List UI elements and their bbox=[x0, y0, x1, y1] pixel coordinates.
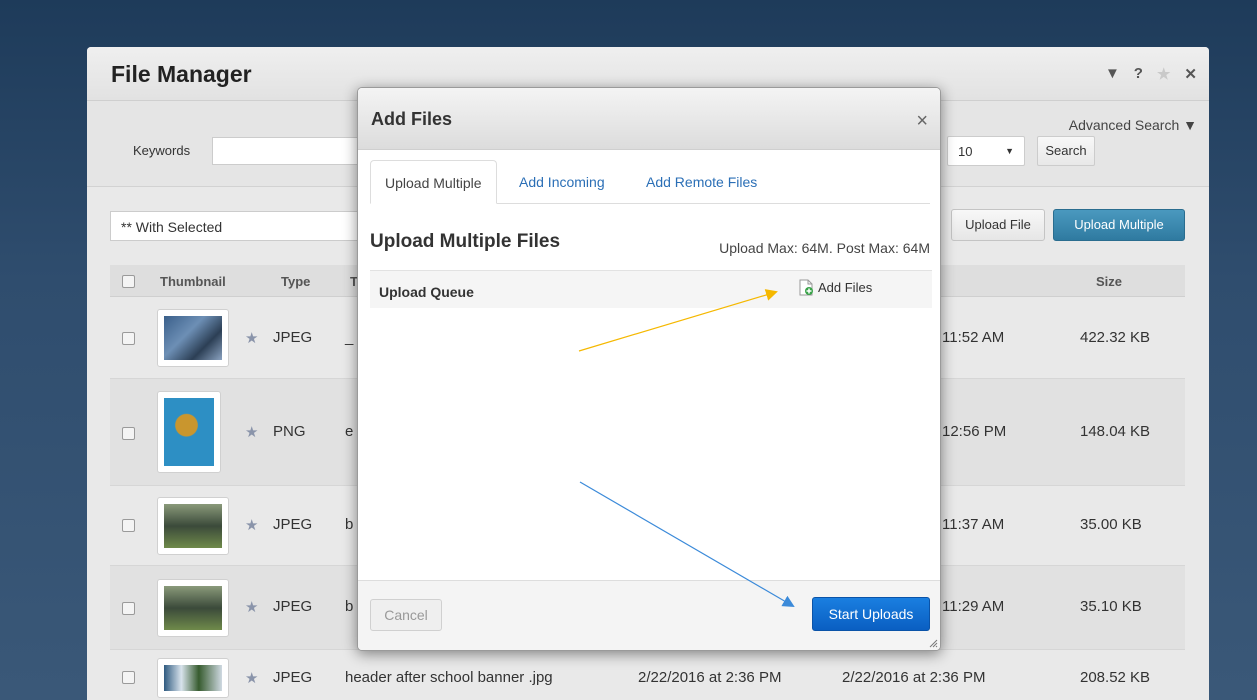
close-icon[interactable]: ✕ bbox=[1184, 65, 1197, 83]
row-checkbox[interactable] bbox=[122, 602, 135, 615]
favorite-icon[interactable]: ★ bbox=[1157, 65, 1170, 83]
advanced-search-link[interactable]: Advanced Search ▼ bbox=[1069, 117, 1197, 133]
table-row[interactable]: ★ JPEG header after school banner .jpg 2… bbox=[110, 650, 1185, 700]
file-time: 2/22/2016 at 2:36 PM bbox=[842, 669, 986, 686]
tab-add-remote-files[interactable]: Add Remote Files bbox=[632, 160, 771, 204]
per-page-value: 10 bbox=[958, 144, 973, 159]
tab-add-incoming[interactable]: Add Incoming bbox=[505, 160, 619, 204]
cancel-button[interactable]: Cancel bbox=[370, 599, 442, 631]
window-controls: ▼ ? ★ ✕ bbox=[1105, 65, 1197, 83]
file-type: JPEG bbox=[273, 598, 313, 615]
thumbnail[interactable] bbox=[157, 658, 229, 698]
per-page-select[interactable]: 10 ▼ bbox=[947, 136, 1025, 166]
dialog-title: Add Files bbox=[371, 109, 453, 129]
add-files-dialog: Add Files × Upload Multiple Add Incoming… bbox=[357, 87, 941, 651]
chevron-down-icon: ▼ bbox=[1005, 146, 1014, 156]
upload-file-button[interactable]: Upload File bbox=[951, 209, 1045, 241]
file-time: 11:29 AM bbox=[942, 598, 1005, 615]
row-checkbox[interactable] bbox=[122, 427, 135, 440]
thumbnail[interactable] bbox=[157, 497, 229, 555]
upload-multiple-button[interactable]: Upload Multiple bbox=[1053, 209, 1185, 241]
resize-handle-icon[interactable] bbox=[928, 638, 938, 648]
upload-title: Upload Multiple Files bbox=[370, 231, 561, 252]
file-size: 148.04 KB bbox=[1080, 423, 1151, 440]
file-title: e bbox=[345, 423, 354, 440]
start-uploads-button[interactable]: Start Uploads bbox=[812, 597, 930, 631]
file-title: header after school banner .jpg bbox=[345, 669, 553, 686]
collapse-icon[interactable]: ▼ bbox=[1105, 65, 1120, 83]
help-icon[interactable]: ? bbox=[1134, 65, 1143, 83]
file-size: 35.00 KB bbox=[1080, 516, 1142, 533]
upload-max-info: Upload Max: 64M. Post Max: 64M bbox=[719, 240, 930, 256]
add-file-icon bbox=[799, 279, 813, 296]
star-icon[interactable]: ★ bbox=[245, 516, 258, 534]
file-size: 422.32 KB bbox=[1080, 329, 1151, 346]
file-time: 11:52 AM bbox=[942, 329, 1005, 346]
row-checkbox[interactable] bbox=[122, 519, 135, 532]
dialog-header: Add Files × bbox=[358, 88, 940, 150]
select-all-checkbox[interactable] bbox=[122, 275, 135, 288]
dialog-tabs: Upload Multiple Add Incoming Add Remote … bbox=[370, 160, 930, 204]
upload-queue-bar: Upload Queue Add Files bbox=[370, 270, 932, 308]
file-type: JPEG bbox=[273, 329, 313, 346]
upload-queue-label: Upload Queue bbox=[379, 284, 474, 300]
thumbnail[interactable] bbox=[157, 579, 229, 637]
file-created: 2/22/2016 at 2:36 PM bbox=[638, 669, 782, 686]
window-title: File Manager bbox=[111, 61, 252, 87]
tab-upload-multiple[interactable]: Upload Multiple bbox=[370, 160, 497, 204]
file-title: b bbox=[345, 598, 354, 615]
keywords-label: Keywords bbox=[133, 143, 191, 158]
file-time: 11:37 AM bbox=[942, 516, 1005, 533]
star-icon[interactable]: ★ bbox=[245, 423, 258, 441]
add-files-label: Add Files bbox=[818, 280, 873, 295]
file-type: JPEG bbox=[273, 669, 313, 686]
close-icon[interactable]: × bbox=[916, 110, 928, 133]
dialog-footer: Cancel Start Uploads bbox=[358, 580, 940, 650]
file-time: 12:56 PM bbox=[942, 423, 1007, 440]
file-type: JPEG bbox=[273, 516, 313, 533]
column-thumbnail[interactable]: Thumbnail bbox=[160, 274, 226, 289]
star-icon[interactable]: ★ bbox=[245, 669, 258, 687]
file-title: _ bbox=[345, 329, 354, 346]
search-button[interactable]: Search bbox=[1037, 136, 1095, 166]
add-files-button[interactable]: Add Files bbox=[798, 279, 872, 296]
star-icon[interactable]: ★ bbox=[245, 329, 258, 347]
row-checkbox[interactable] bbox=[122, 671, 135, 684]
star-icon[interactable]: ★ bbox=[245, 598, 258, 616]
row-checkbox[interactable] bbox=[122, 332, 135, 345]
column-size[interactable]: Size bbox=[1096, 274, 1122, 289]
keywords-input[interactable] bbox=[212, 137, 372, 165]
file-type: PNG bbox=[273, 423, 306, 440]
file-title: b bbox=[345, 516, 354, 533]
thumbnail[interactable] bbox=[157, 309, 229, 367]
thumbnail[interactable] bbox=[157, 391, 221, 473]
file-size: 208.52 KB bbox=[1080, 669, 1151, 686]
file-size: 35.10 KB bbox=[1080, 598, 1142, 615]
with-selected-select[interactable]: ** With Selected bbox=[110, 211, 370, 241]
column-type[interactable]: Type bbox=[281, 274, 310, 289]
